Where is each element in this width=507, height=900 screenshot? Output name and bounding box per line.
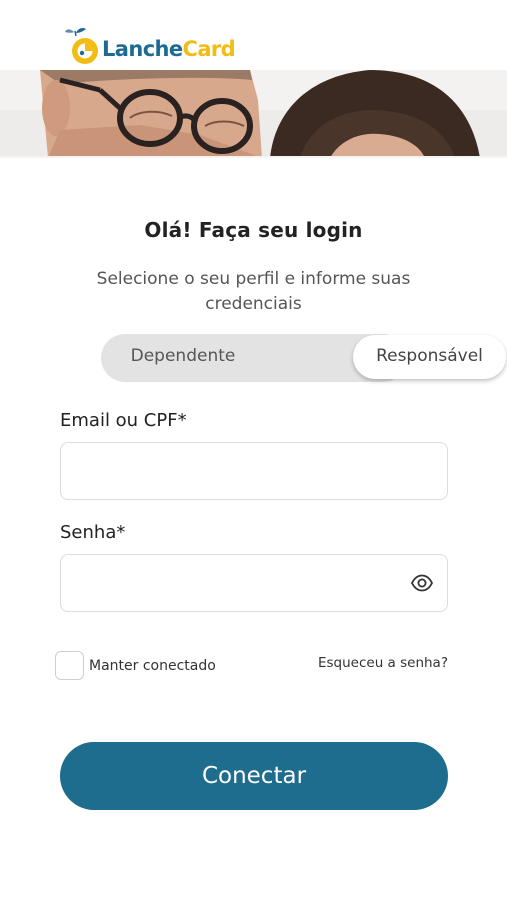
keep-connected-checkbox[interactable] [55, 651, 84, 680]
logo-wordmark: LancheCard [102, 37, 236, 61]
toggle-option-dependente[interactable]: Dependente [115, 334, 251, 382]
toggle-option-responsavel[interactable]: Responsável [353, 335, 506, 379]
connect-button[interactable]: Conectar [60, 742, 448, 810]
profile-toggle[interactable]: Dependente Responsável [101, 334, 506, 382]
app-header: LancheCard [0, 0, 507, 70]
keep-connected-label[interactable]: Manter conectado [89, 658, 216, 674]
logo-icon [60, 26, 104, 68]
eye-icon[interactable] [410, 574, 434, 592]
password-label: Senha* [60, 522, 126, 543]
email-input[interactable] [61, 443, 381, 499]
login-title: Olá! Faça seu login [144, 218, 363, 242]
login-subtitle: Selecione o seu perfil e informe suas cr… [96, 269, 411, 314]
email-label: Email ou CPF* [60, 410, 187, 431]
hero-banner-image [0, 70, 507, 158]
password-input[interactable] [61, 555, 381, 611]
forgot-password-link[interactable]: Esqueceu a senha? [318, 655, 448, 671]
lanchecard-logo[interactable]: LancheCard [60, 26, 236, 68]
email-field[interactable] [60, 442, 448, 500]
password-field[interactable] [60, 554, 448, 612]
keep-connected[interactable]: Manter conectado [55, 651, 216, 680]
